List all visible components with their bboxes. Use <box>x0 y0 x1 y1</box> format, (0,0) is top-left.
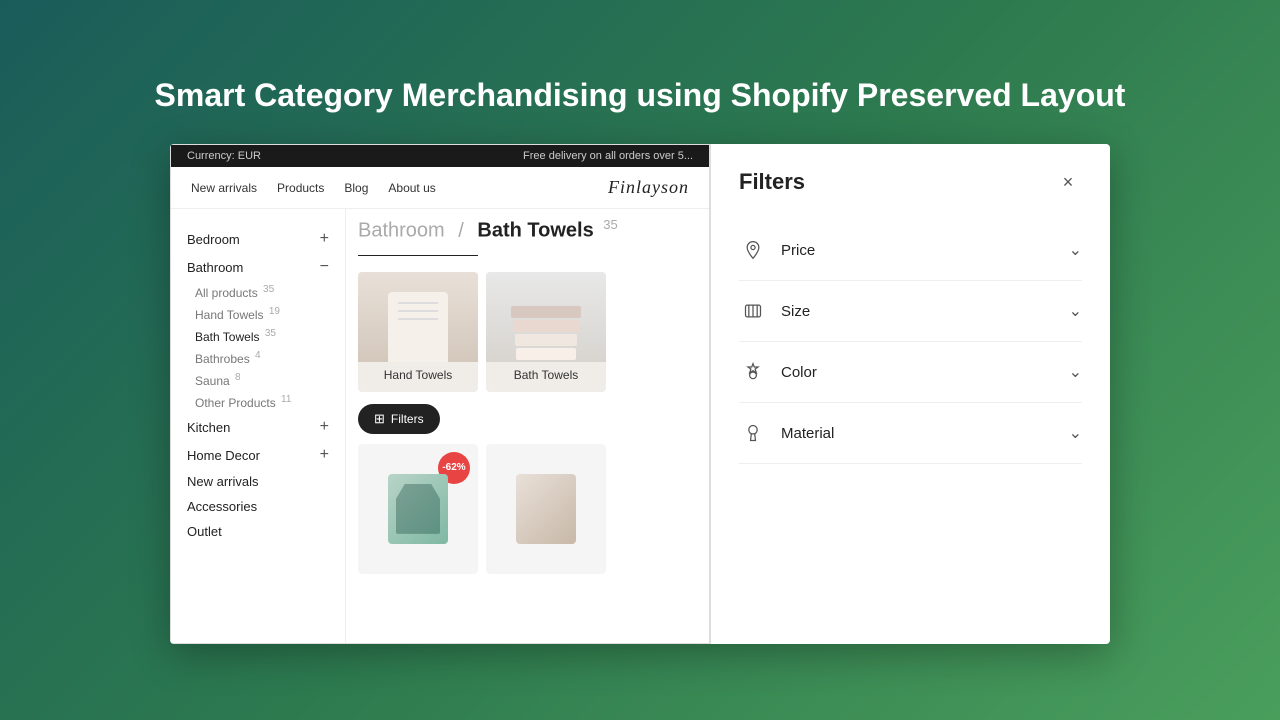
bath-towels-label: Bath Towels <box>514 368 578 382</box>
filters-panel: Filters × Price ⌄ <box>710 144 1110 644</box>
subcategory-hand-towels[interactable]: Hand Towels 19 <box>187 303 329 325</box>
product-img-visual <box>388 474 448 544</box>
nav-about[interactable]: About us <box>388 181 435 195</box>
sidebar-toggle-bathroom: − <box>320 258 329 276</box>
price-chevron-icon: ⌄ <box>1069 240 1082 260</box>
material-chevron-icon: ⌄ <box>1069 423 1082 443</box>
sidebar-item-bedroom[interactable]: Bedroom + <box>187 225 329 253</box>
page-title: Smart Category Merchandising using Shopi… <box>115 76 1166 114</box>
divider-line <box>358 255 478 256</box>
sidebar-item-home-decor[interactable]: Home Decor + <box>187 441 329 469</box>
filter-price-label: Price <box>781 242 1069 259</box>
filter-row-color[interactable]: Color ⌄ <box>739 342 1082 403</box>
category-card-bath-towels[interactable]: Bath Towels <box>486 272 606 392</box>
price-icon <box>739 236 767 264</box>
products-row: -62% <box>358 444 697 574</box>
nav-links: New arrivals Products Blog About us <box>191 181 436 195</box>
sidebar-item-outlet[interactable]: Outlet <box>187 519 329 544</box>
breadcrumb-current: Bath Towels <box>477 220 593 242</box>
product-card-1[interactable] <box>486 444 606 574</box>
sidebar-item-bathroom[interactable]: Bathroom − <box>187 253 329 281</box>
sidebar: Bedroom + Bathroom − All products 35 Han… <box>171 209 346 643</box>
promo-text: Free delivery on all orders over 5... <box>523 150 693 162</box>
category-cards: Hand Towels <box>358 272 697 392</box>
sidebar-toggle-home-decor: + <box>320 446 329 464</box>
filters-button-label: Filters <box>391 412 424 426</box>
color-icon <box>739 358 767 386</box>
nav-new-arrivals[interactable]: New arrivals <box>191 181 257 195</box>
filters-close-button[interactable]: × <box>1054 168 1082 196</box>
subcategory-other-products[interactable]: Other Products 11 <box>187 391 329 413</box>
breadcrumb-count: 35 <box>603 217 617 232</box>
nav-products[interactable]: Products <box>277 181 324 195</box>
sidebar-toggle-bedroom: + <box>320 230 329 248</box>
size-chevron-icon: ⌄ <box>1069 301 1082 321</box>
filter-row-size[interactable]: Size ⌄ <box>739 281 1082 342</box>
browser-window: Currency: EUR Free delivery on all order… <box>170 144 1110 644</box>
material-icon <box>739 419 767 447</box>
subcategory-bathrobes[interactable]: Bathrobes 4 <box>187 347 329 369</box>
product-img-visual-2 <box>516 474 576 544</box>
hand-towels-img <box>358 272 478 362</box>
currency-label: Currency: EUR <box>187 150 261 162</box>
sidebar-toggle-kitchen: + <box>320 418 329 436</box>
store-panel: Currency: EUR Free delivery on all order… <box>170 144 710 644</box>
filters-header: Filters × <box>739 168 1082 196</box>
store-logo: Finlayson <box>608 177 689 198</box>
store-topbar: Currency: EUR Free delivery on all order… <box>171 145 709 167</box>
subcategory-all-products[interactable]: All products 35 <box>187 281 329 303</box>
subcategory-bath-towels[interactable]: Bath Towels 35 <box>187 325 329 347</box>
sidebar-item-new-arrivals[interactable]: New arrivals <box>187 469 329 494</box>
filters-panel-title: Filters <box>739 169 805 195</box>
color-chevron-icon: ⌄ <box>1069 362 1082 382</box>
product-card-0[interactable]: -62% <box>358 444 478 574</box>
sidebar-item-accessories[interactable]: Accessories <box>187 494 329 519</box>
filter-color-label: Color <box>781 364 1069 381</box>
filter-row-price[interactable]: Price ⌄ <box>739 220 1082 281</box>
subcategory-sauna[interactable]: Sauna 8 <box>187 369 329 391</box>
filters-button[interactable]: ⊞ Filters <box>358 404 440 434</box>
bath-towel-visual <box>486 272 606 362</box>
filter-size-label: Size <box>781 303 1069 320</box>
nav-blog[interactable]: Blog <box>344 181 368 195</box>
hand-towels-label: Hand Towels <box>384 368 452 382</box>
main-area: Bathroom / Bath Towels 35 <box>346 209 709 643</box>
store-nav: New arrivals Products Blog About us Finl… <box>171 167 709 209</box>
category-card-hand-towels[interactable]: Hand Towels <box>358 272 478 392</box>
hand-towel-visual <box>358 272 478 362</box>
filters-icon: ⊞ <box>374 411 385 427</box>
bath-towels-img <box>486 272 606 362</box>
product-image-2 <box>486 444 606 574</box>
breadcrumb-separator: / <box>458 220 464 242</box>
store-content: Bedroom + Bathroom − All products 35 Han… <box>171 209 709 643</box>
sidebar-item-kitchen[interactable]: Kitchen + <box>187 413 329 441</box>
filter-row-material[interactable]: Material ⌄ <box>739 403 1082 464</box>
filter-material-label: Material <box>781 425 1069 442</box>
breadcrumb-parent[interactable]: Bathroom <box>358 220 445 242</box>
size-icon <box>739 297 767 325</box>
breadcrumb: Bathroom / Bath Towels 35 <box>358 217 697 243</box>
